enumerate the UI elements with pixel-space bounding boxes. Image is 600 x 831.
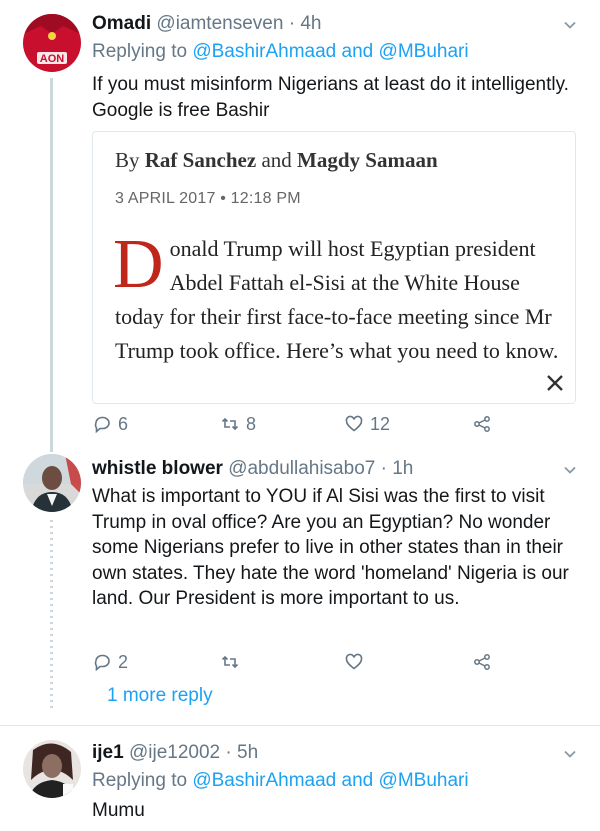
like-button[interactable]: [344, 650, 364, 674]
retweet-icon: [221, 655, 239, 669]
like-count: 12: [370, 413, 391, 434]
user-handle[interactable]: @abdullahisabo7: [228, 458, 375, 479]
like-icon: [345, 415, 363, 432]
tweet-omadi[interactable]: AON Omadi @iamtenseven · 4h Replying to …: [0, 0, 600, 440]
tweet-text: Mumu: [92, 800, 145, 821]
reply-icon: [94, 654, 110, 672]
mention-bashirahmaad[interactable]: @BashirAhmaad: [192, 770, 336, 791]
avatar[interactable]: [23, 740, 81, 798]
article-text: Donald Trump will host Egyptian presiden…: [113, 226, 559, 364]
drop-cap: D: [113, 226, 164, 303]
thread-line: [50, 440, 53, 452]
timestamp[interactable]: · 4h: [289, 13, 322, 34]
avatar[interactable]: [23, 454, 81, 512]
timestamp[interactable]: · 1h: [381, 458, 414, 479]
reply-count: 6: [118, 413, 129, 434]
like-icon: [345, 653, 363, 670]
retweet-button[interactable]: [220, 650, 240, 674]
display-name[interactable]: whistle blower: [92, 458, 223, 479]
user-handle[interactable]: @ije12002: [129, 742, 220, 763]
tweet-header: Omadi @iamtenseven · 4h: [92, 12, 321, 36]
chevron-down-icon[interactable]: [562, 17, 578, 33]
display-name[interactable]: ije1: [92, 742, 124, 763]
replying-to: Replying to @BashirAhmaad and @MBuhari: [92, 770, 469, 791]
reply-button[interactable]: 6: [92, 412, 128, 436]
article-date: 3 APRIL 2017 • 12:18 PM: [115, 190, 301, 207]
avatar[interactable]: AON: [23, 14, 81, 72]
tweet-ije1[interactable]: ije1 @ije12002 · 5h Replying to @BashirA…: [0, 726, 600, 831]
article-byline: By Raf Sanchez and Magdy Samaan: [115, 148, 438, 172]
close-icon[interactable]: [535, 363, 575, 403]
retweet-icon: [221, 417, 239, 431]
more-replies-link[interactable]: 1 more reply: [107, 685, 213, 707]
share-icon: [474, 654, 490, 670]
like-button[interactable]: 12: [344, 412, 390, 436]
tweet-whistle-blower[interactable]: whistle blower @abdullahisabo7 · 1h What…: [0, 440, 600, 725]
article-card[interactable]: By Raf Sanchez and Magdy Samaan 3 APRIL …: [92, 131, 576, 404]
reply-count: 2: [118, 651, 129, 672]
thread-line: [50, 78, 53, 440]
retweet-button[interactable]: 8: [220, 412, 256, 436]
mention-mbuhari[interactable]: @MBuhari: [379, 41, 469, 62]
tweet-header: ije1 @ije12002 · 5h: [92, 741, 258, 765]
thread-line: [50, 520, 53, 710]
reply-button[interactable]: 2: [92, 650, 128, 674]
tweet-text: If you must misinform Nigerians at least…: [92, 74, 569, 121]
share-icon: [474, 416, 490, 432]
timestamp[interactable]: · 5h: [225, 742, 258, 763]
reply-icon: [94, 416, 110, 434]
share-button[interactable]: [472, 412, 492, 436]
replying-to: Replying to @BashirAhmaad and @MBuhari: [92, 41, 469, 62]
tweet-actions: 6 8 12: [92, 412, 512, 436]
mention-bashirahmaad[interactable]: @BashirAhmaad: [192, 41, 336, 62]
svg-text:AON: AON: [40, 53, 65, 65]
chevron-down-icon[interactable]: [562, 462, 578, 478]
share-button[interactable]: [472, 650, 492, 674]
chevron-down-icon[interactable]: [562, 746, 578, 762]
retweet-count: 8: [246, 413, 257, 434]
display-name[interactable]: Omadi: [92, 13, 151, 34]
user-handle[interactable]: @iamtenseven: [156, 13, 283, 34]
tweet-header: whistle blower @abdullahisabo7 · 1h: [92, 457, 413, 481]
tweet-text: What is important to YOU if Al Sisi was …: [92, 486, 569, 609]
tweet-actions: 2: [92, 650, 512, 674]
mention-mbuhari[interactable]: @MBuhari: [379, 770, 469, 791]
